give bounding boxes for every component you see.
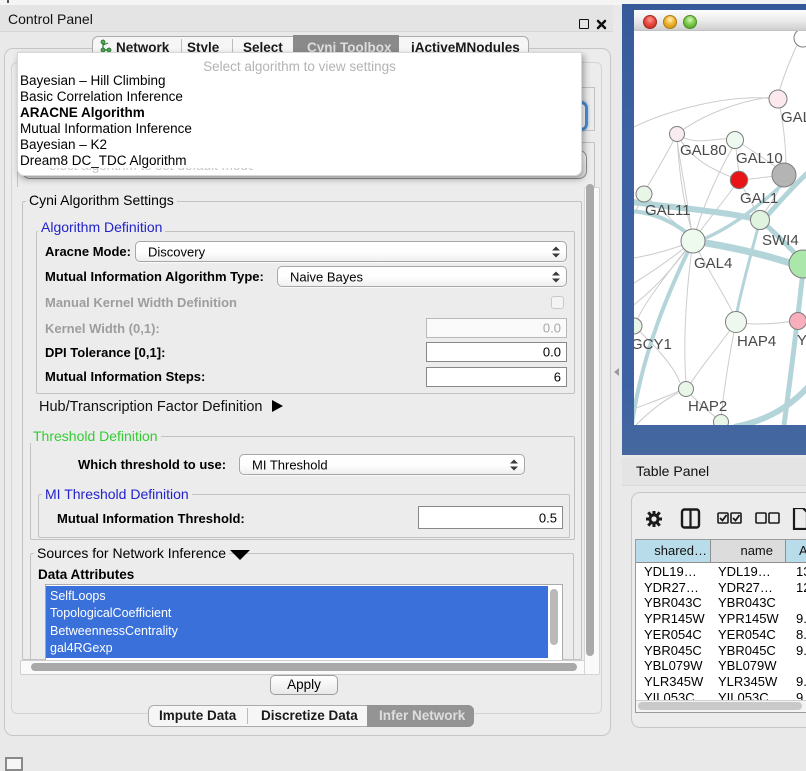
svg-text:GAL11: GAL11 bbox=[645, 202, 691, 219]
svg-text:GAL80: GAL80 bbox=[680, 142, 727, 159]
svg-text:GAL1: GAL1 bbox=[740, 190, 778, 207]
svg-text:GCY1: GCY1 bbox=[634, 336, 672, 353]
svg-text:HAP2: HAP2 bbox=[688, 398, 727, 415]
svg-text:GAL: GAL bbox=[781, 109, 806, 126]
svg-text:SWI4: SWI4 bbox=[762, 232, 799, 249]
svg-text:GAL4: GAL4 bbox=[694, 255, 732, 272]
svg-text:Y: Y bbox=[797, 332, 806, 349]
svg-text:GAL10: GAL10 bbox=[736, 150, 783, 167]
svg-text:HAP4: HAP4 bbox=[737, 333, 776, 350]
